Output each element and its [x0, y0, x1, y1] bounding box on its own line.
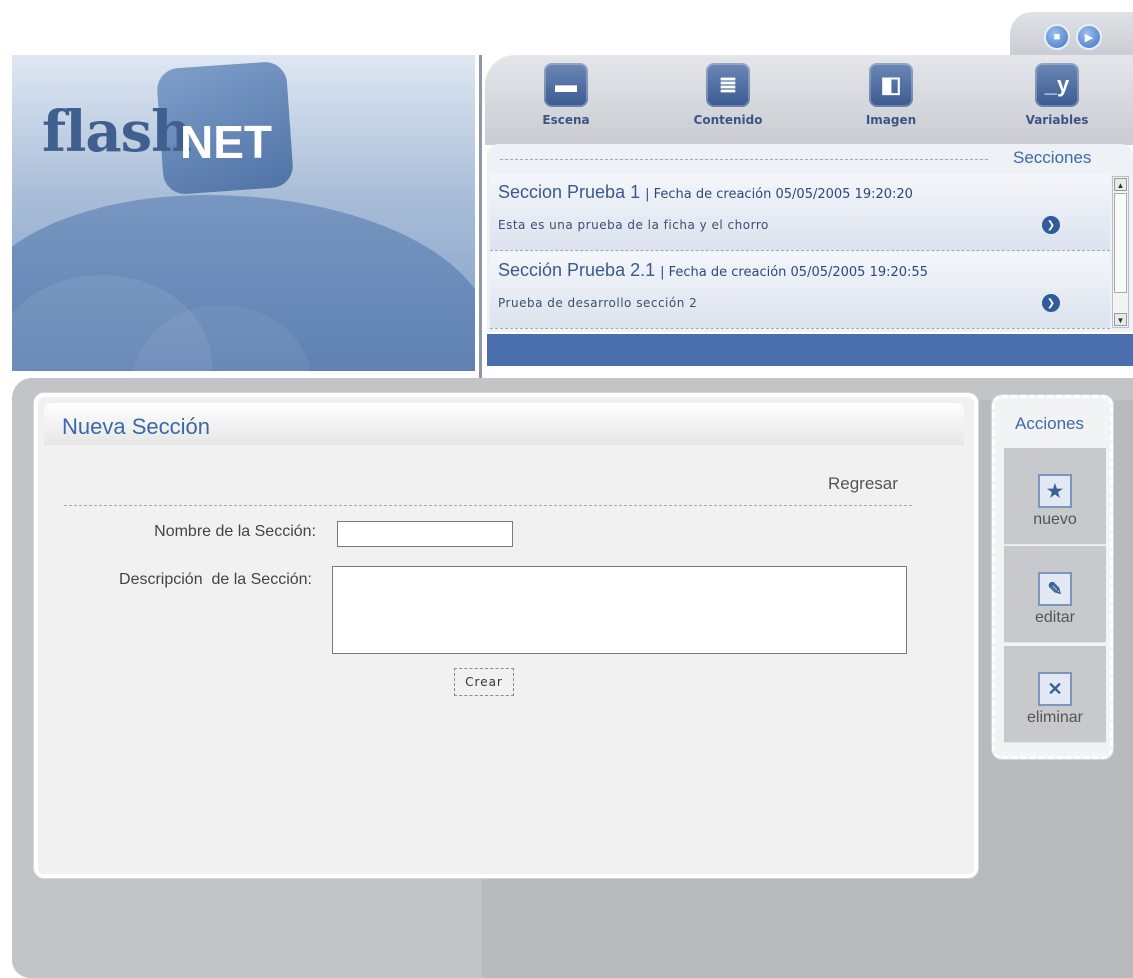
toolbar-escena[interactable]: ▬ Escena [526, 63, 606, 127]
textarea-scrollbar[interactable] [894, 569, 904, 651]
edit-document-icon: ✎ [1038, 572, 1072, 606]
divider [64, 505, 912, 506]
action-editar[interactable]: ✎ editar [1004, 546, 1106, 643]
section-name: Sección Prueba 2.1 [498, 260, 656, 280]
toolbar-label: Escena [542, 113, 590, 127]
window-controls-tab [1010, 12, 1133, 57]
logo-text-flash: flash [42, 99, 192, 165]
stop-icon[interactable]: ■ [1044, 24, 1070, 50]
section-description-textarea-wrap [332, 566, 907, 654]
arrow-right-icon[interactable]: ❯ [1042, 216, 1060, 234]
action-nuevo[interactable]: ★ nuevo [1004, 448, 1106, 545]
new-document-icon: ★ [1038, 474, 1072, 508]
clapperboard-icon: ▬ [544, 63, 588, 107]
toolbar-imagen[interactable]: ◧ Imagen [851, 63, 931, 127]
toolbar-label: Variables [1025, 113, 1089, 127]
section-name-input[interactable] [337, 521, 513, 547]
toolbar-label: Contenido [693, 113, 763, 127]
toolbar-variables[interactable]: _y Variables [1017, 63, 1097, 127]
scroll-up-icon[interactable]: ▲ [1114, 178, 1127, 191]
section-date: | Fecha de creación 05/05/2005 19:20:55 [660, 265, 928, 280]
arrow-right-icon[interactable]: ❯ [1042, 294, 1060, 312]
action-eliminar[interactable]: ✕ eliminar [1004, 646, 1106, 743]
name-field-label: Nombre de la Sección: [154, 523, 316, 540]
section-description: Esta es una prueba de la ficha y el chor… [498, 218, 769, 232]
section-list-item[interactable]: Seccion Prueba 1 | Fecha de creación 05/… [490, 174, 1110, 251]
toolbar-label: Imagen [865, 113, 917, 127]
scroll-down-icon[interactable]: ▼ [1114, 313, 1127, 326]
image-icon: ◧ [869, 63, 913, 107]
logo-banner: flash NET [12, 55, 475, 371]
delete-document-icon: ✕ [1038, 672, 1072, 706]
actions-title: Acciones [1015, 414, 1084, 433]
action-label: eliminar [1026, 709, 1083, 726]
action-label: editar [1034, 609, 1076, 626]
description-field-label: Descripción de la Sección: [119, 571, 312, 588]
variable-y-icon: _y [1035, 63, 1079, 107]
sections-title: Secciones [1013, 148, 1092, 167]
create-button[interactable]: Crear [454, 668, 514, 696]
section-list-item[interactable]: Sección Prueba 2.1 | Fecha de creación 0… [490, 252, 1110, 329]
play-icon[interactable]: ▶ [1076, 24, 1102, 50]
page-title: Nueva Sección [62, 414, 210, 439]
section-date: | Fecha de creación 05/05/2005 19:20:20 [645, 187, 913, 202]
back-link[interactable]: Regresar [828, 474, 898, 494]
section-name: Seccion Prueba 1 [498, 182, 641, 202]
action-label: nuevo [1033, 511, 1077, 528]
sections-footer-bar [487, 334, 1133, 366]
logo-text-net: NET [180, 116, 272, 168]
toolbar-contenido[interactable]: ≣ Contenido [688, 63, 768, 127]
scroll-thumb[interactable] [1114, 193, 1127, 293]
section-description: Prueba de desarrollo sección 2 [498, 296, 698, 310]
document-icon: ≣ [706, 63, 750, 107]
sections-scrollbar[interactable]: ▲ ▼ [1112, 176, 1129, 328]
divider [500, 159, 988, 160]
section-description-textarea[interactable] [332, 566, 907, 654]
